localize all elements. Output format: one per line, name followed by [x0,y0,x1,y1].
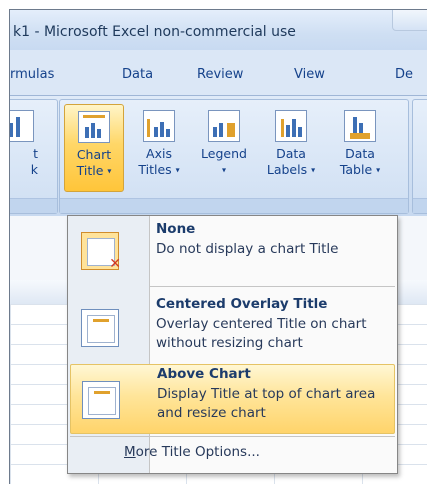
menu-item-above-chart[interactable]: Above Chart Display Title at top of char… [70,364,395,434]
chevron-down-icon: ▾ [311,165,316,175]
menu-item-none[interactable]: ✕ None Do not display a chart Title [70,220,393,288]
window-title: k1 - Microsoft Excel non-commercial use [13,24,296,40]
chart-title-icon [78,111,110,143]
data-table-icon [344,110,376,142]
menu-item-centered-overlay-title[interactable]: Centered Overlay Title Overlay centered … [70,295,393,363]
data-table-button[interactable]: Data Table ▾ [330,104,390,190]
data-labels-button[interactable]: Data Labels ▾ [260,104,322,190]
chart-above-title-icon [82,381,120,419]
excel-window: k1 - Microsoft Excel non-commercial use … [9,9,427,484]
more-title-options-item[interactable]: More Title Options... [124,444,260,460]
tab-developer[interactable]: De [395,67,413,82]
chart-no-title-icon: ✕ [81,232,121,272]
ribbon-group-right [412,99,427,214]
chevron-down-icon: ▾ [175,165,180,175]
tab-view[interactable]: View [294,67,325,82]
axis-titles-button[interactable]: Axis Titles ▾ [130,104,188,190]
tab-data[interactable]: Data [122,67,153,82]
data-labels-icon [275,110,307,142]
chevron-down-icon: ▾ [221,165,226,175]
ribbon: t k Chart Title ▾ Axis Titles ▾ Legend ▾… [10,95,427,217]
chart-title-button[interactable]: Chart Title ▾ [64,104,124,192]
ribbon-tabs: rmulas Data Review View De [10,50,427,95]
remove-icon: ✕ [109,256,121,272]
tab-formulas[interactable]: rmulas [10,67,54,82]
chart-icon [10,110,34,142]
axis-titles-icon [143,110,175,142]
chevron-down-icon: ▾ [376,165,381,175]
window-control-button[interactable] [392,10,427,31]
legend-icon [208,110,240,142]
partial-ribbon-button[interactable]: t k [10,104,38,190]
chart-title-dropdown-menu: ✕ None Do not display a chart Title Cent… [67,215,398,474]
title-bar: k1 - Microsoft Excel non-commercial use [10,10,427,50]
chart-overlay-title-icon [81,309,119,347]
chevron-down-icon: ▾ [107,166,112,176]
legend-button[interactable]: Legend ▾ [193,104,255,190]
tab-review[interactable]: Review [197,67,243,82]
